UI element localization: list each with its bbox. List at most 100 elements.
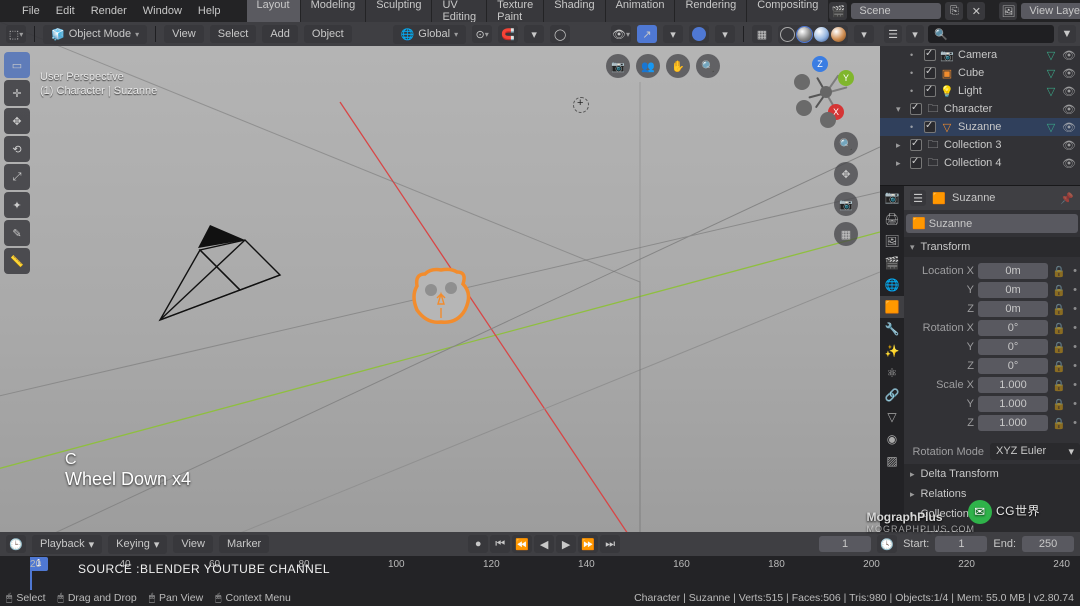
- play[interactable]: ▶: [556, 535, 576, 553]
- keyframe-next[interactable]: ⏩: [578, 535, 598, 553]
- end-frame-field[interactable]: 250: [1022, 536, 1074, 552]
- tool-scale[interactable]: ⤢: [4, 164, 30, 190]
- pivot-point-button[interactable]: ⊙▾: [472, 25, 492, 43]
- viewlayer-name-field[interactable]: View Layer: [1021, 3, 1080, 19]
- ptab-modifiers[interactable]: 🔧: [880, 318, 904, 340]
- transform-value-field[interactable]: 1.000: [978, 415, 1048, 431]
- lock-icon[interactable]: 🔒: [1052, 265, 1066, 278]
- tool-select-box[interactable]: ▭: [4, 52, 30, 78]
- snap-options[interactable]: ▾: [524, 25, 544, 43]
- preview-range-toggle[interactable]: 🕓: [877, 535, 897, 553]
- scene-name-field[interactable]: Scene: [851, 3, 941, 19]
- axis-y[interactable]: Y: [838, 70, 854, 86]
- lock-icon[interactable]: 🔒: [1052, 360, 1066, 373]
- overlay-options[interactable]: ▾: [715, 25, 735, 43]
- lock-icon[interactable]: 🔒: [1052, 398, 1066, 411]
- axis-neg-x[interactable]: [794, 74, 810, 90]
- timeline-ruler[interactable]: 1 20406080100120140160180200220240 SOURC…: [0, 556, 1080, 590]
- transform-value-field[interactable]: 0°: [978, 339, 1048, 355]
- shading-solid[interactable]: [797, 27, 812, 42]
- transform-value-field[interactable]: 0°: [978, 358, 1048, 374]
- ptab-output[interactable]: 🖨: [880, 208, 904, 230]
- menu-add[interactable]: Add: [262, 25, 298, 43]
- gizmo-options[interactable]: ▾: [663, 25, 683, 43]
- tool-transform[interactable]: ✦: [4, 192, 30, 218]
- menu-view-tl[interactable]: View: [173, 535, 213, 553]
- lock-icon[interactable]: 🔒: [1052, 284, 1066, 297]
- jump-to-start[interactable]: ⏮: [490, 535, 510, 553]
- tool-measure[interactable]: 📏: [4, 248, 30, 274]
- transform-value-field[interactable]: 1.000: [978, 396, 1048, 412]
- keyframe-prev[interactable]: ⏪: [512, 535, 532, 553]
- mode-select[interactable]: 🧊 Object Mode ▾: [43, 25, 147, 44]
- ptab-viewlayer[interactable]: 🖼: [880, 230, 904, 252]
- shading-lookdev[interactable]: [814, 27, 829, 42]
- proportional-edit-toggle[interactable]: ◯: [550, 25, 570, 43]
- tool-annotate[interactable]: ✎: [4, 220, 30, 246]
- view-selected-button[interactable]: 👥: [636, 54, 660, 78]
- lock-icon[interactable]: 🔒: [1052, 303, 1066, 316]
- ptab-particles[interactable]: ✨: [880, 340, 904, 362]
- show-overlays-toggle[interactable]: [689, 25, 709, 43]
- outliner-item[interactable]: •▽Suzanne▽👁: [880, 118, 1080, 136]
- pan-button[interactable]: ✥: [834, 162, 858, 186]
- menu-edit[interactable]: Edit: [48, 2, 83, 20]
- menu-object[interactable]: Object: [304, 25, 352, 43]
- animate-dot[interactable]: •: [1070, 417, 1080, 429]
- tool-move[interactable]: ✥: [4, 108, 30, 134]
- menu-marker[interactable]: Marker: [219, 535, 269, 553]
- animate-dot[interactable]: •: [1070, 265, 1080, 277]
- tool-rotate[interactable]: ⟲: [4, 136, 30, 162]
- animate-dot[interactable]: •: [1070, 360, 1080, 372]
- view-camera-button[interactable]: 📷: [606, 54, 630, 78]
- outliner-item[interactable]: •💡Light▽👁: [880, 82, 1080, 100]
- start-frame-field[interactable]: 1: [935, 536, 987, 552]
- ptab-data[interactable]: ▽: [880, 406, 904, 428]
- 3d-viewport[interactable]: ⬚▾ 🧊 Object Mode ▾ View Select Add Objec…: [0, 22, 880, 532]
- current-frame-field[interactable]: 1: [819, 536, 871, 552]
- rotation-mode-select[interactable]: XYZ Euler ▾: [990, 443, 1080, 460]
- outliner-filter-button[interactable]: ▼: [1058, 25, 1076, 43]
- pin-icon[interactable]: 📌: [1060, 192, 1074, 205]
- lock-icon[interactable]: 🔒: [1052, 341, 1066, 354]
- transform-value-field[interactable]: 0m: [978, 263, 1048, 279]
- shading-wireframe[interactable]: [780, 27, 795, 42]
- nav-gizmo[interactable]: Z Y X: [794, 60, 858, 124]
- animate-dot[interactable]: •: [1070, 398, 1080, 410]
- outliner-item[interactable]: ▸🗀Collection 4👁: [880, 154, 1080, 172]
- outliner-search[interactable]: 🔍: [928, 25, 1054, 43]
- animate-dot[interactable]: •: [1070, 303, 1080, 315]
- ptab-scene[interactable]: 🎬: [880, 252, 904, 274]
- panel-header[interactable]: Collections: [904, 504, 1080, 524]
- snap-toggle[interactable]: 🧲: [498, 25, 518, 43]
- xray-toggle[interactable]: ▦: [752, 25, 772, 43]
- outliner-item[interactable]: ▸🗀Collection 3👁: [880, 136, 1080, 154]
- menu-playback[interactable]: Playback ▾: [32, 535, 102, 554]
- animate-dot[interactable]: •: [1070, 284, 1080, 296]
- show-gizmo-toggle[interactable]: ↗: [637, 25, 657, 43]
- animate-dot[interactable]: •: [1070, 341, 1080, 353]
- outliner-item[interactable]: •▣Cube▽👁: [880, 64, 1080, 82]
- tool-cursor[interactable]: ✛: [4, 80, 30, 106]
- axis-z[interactable]: Z: [812, 56, 828, 72]
- animate-dot[interactable]: •: [1070, 379, 1080, 391]
- camera-object[interactable]: [150, 220, 290, 330]
- menu-window[interactable]: Window: [135, 2, 190, 20]
- ptab-physics[interactable]: ⚛: [880, 362, 904, 384]
- outliner-editor-type-icon[interactable]: ☰: [884, 25, 902, 43]
- scene-delete-button[interactable]: ✕: [967, 2, 985, 20]
- ptab-material[interactable]: ◉: [880, 428, 904, 450]
- transform-value-field[interactable]: 0m: [978, 301, 1048, 317]
- lock-icon[interactable]: 🔒: [1052, 379, 1066, 392]
- shading-options[interactable]: ▾: [854, 25, 874, 43]
- menu-file[interactable]: File: [14, 2, 48, 20]
- shading-rendered[interactable]: [831, 27, 846, 42]
- ptab-constraints[interactable]: 🔗: [880, 384, 904, 406]
- panel-transform-header[interactable]: Transform: [904, 237, 1080, 257]
- axis-neg-y[interactable]: [796, 100, 812, 116]
- animate-dot[interactable]: •: [1070, 322, 1080, 334]
- menu-render[interactable]: Render: [83, 2, 135, 20]
- lock-icon[interactable]: 🔒: [1052, 417, 1066, 430]
- object-name-field[interactable]: 🟧 Suzanne: [906, 214, 1078, 233]
- timeline-editor-type-icon[interactable]: 🕒: [6, 535, 26, 553]
